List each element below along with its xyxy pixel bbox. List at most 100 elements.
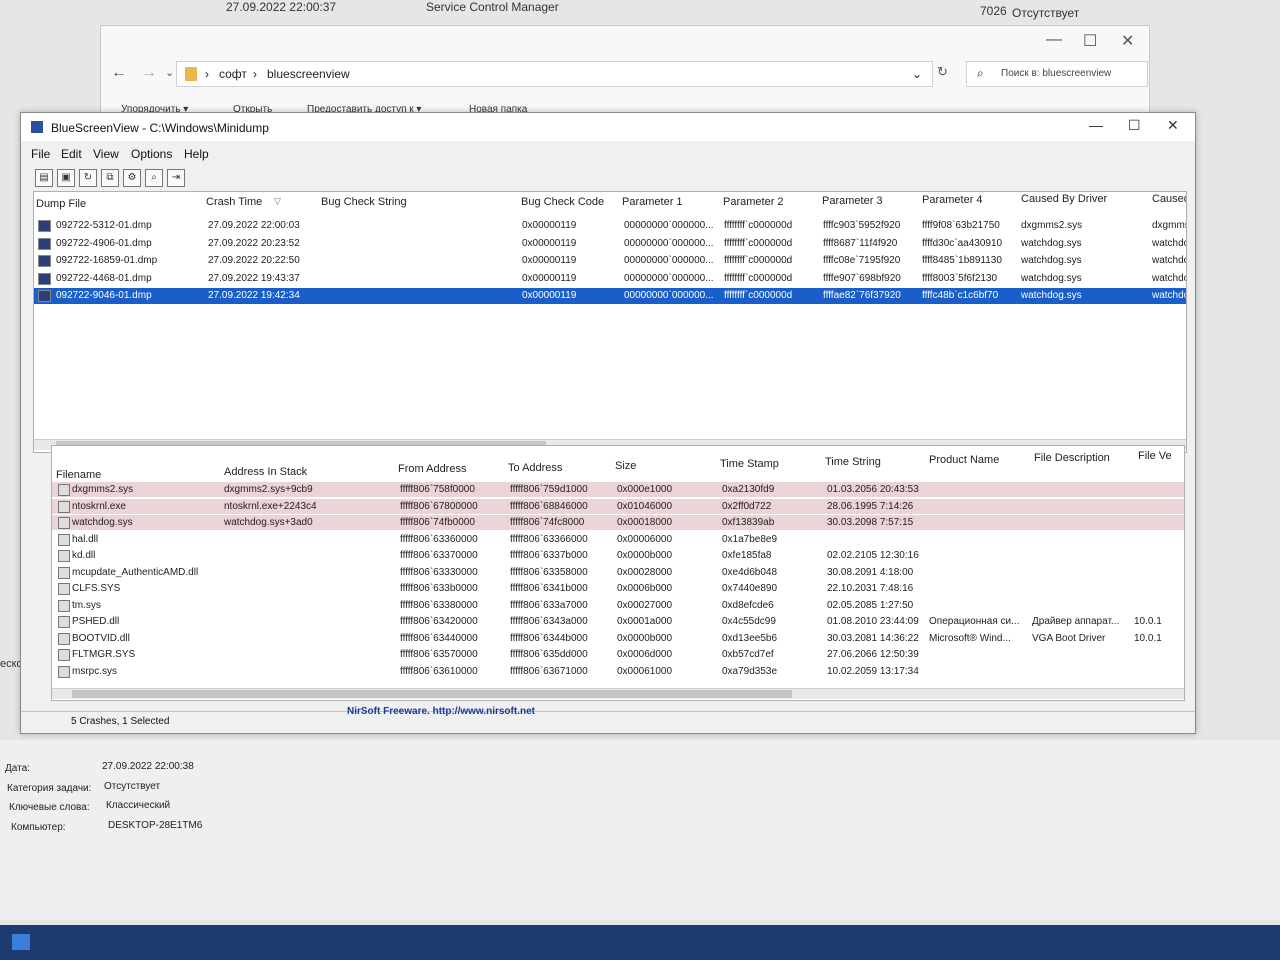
module-cell-to: fffff806`6344b000 — [510, 632, 588, 644]
menu-file[interactable]: File — [31, 147, 50, 161]
module-file-icon — [58, 583, 70, 595]
module-cell-size: 0x0001a000 — [617, 616, 673, 627]
chevron-down-icon[interactable]: ⌄ — [912, 67, 922, 81]
dump-row[interactable]: 092722-9046-01.dmp 27.09.2022 19:42:34 0x0… — [34, 288, 1186, 304]
module-file-icon — [58, 665, 70, 678]
module-cell-size: 0x0006b000 — [617, 583, 673, 594]
column-header[interactable]: Bug Check String — [321, 196, 407, 208]
menu-edit[interactable]: Edit — [61, 147, 82, 161]
bg-event-category: Отсутствует — [1012, 6, 1080, 20]
module-cell-to: fffff806`63671000 — [510, 665, 588, 677]
advanced-options-icon[interactable]: ⚙ — [123, 169, 141, 187]
refresh-icon[interactable]: ↻ — [79, 169, 97, 187]
maximize-icon[interactable]: ☐ — [1083, 31, 1097, 51]
column-header[interactable]: From Address — [398, 463, 466, 475]
column-header[interactable]: File Ve — [1138, 450, 1172, 462]
column-header[interactable]: Address In Stack — [224, 466, 307, 478]
module-row[interactable]: FLTMGR.SYS fffff806`63570000 fffff806`635d… — [52, 647, 1184, 662]
menu-help[interactable]: Help — [184, 147, 209, 161]
dump-row[interactable]: 092722-16859-01.dmp 27.09.2022 20:22:50 0x… — [34, 253, 1186, 269]
column-header[interactable]: Time Stamp — [720, 458, 779, 470]
back-arrow-icon[interactable]: ← — [111, 64, 127, 82]
module-cell-name: hal.dll — [72, 533, 99, 545]
title-bar: BlueScreenView - C:\Windows\Minidump — ☐… — [21, 113, 1195, 141]
dump-cell-file: 092722-16859-01.dmp — [56, 255, 158, 266]
column-header[interactable]: Filename — [56, 469, 101, 481]
module-cell-desc: VGA Boot Driver — [1032, 632, 1106, 644]
nirsoft-link[interactable]: NirSoft Freeware. http://www.nirsoft.net — [347, 706, 535, 717]
column-header[interactable]: Dump File — [36, 198, 86, 210]
column-header[interactable]: Crash Time — [206, 196, 262, 208]
dump-cell-file: 092722-5312-01.dmp — [56, 220, 152, 231]
menu-options[interactable]: Options — [131, 147, 172, 161]
module-cell-ver: 10.0.1 — [1134, 616, 1162, 627]
close-icon[interactable]: ✕ — [1121, 31, 1134, 51]
module-cell-stamp: 0x1a7be8e9 — [722, 533, 778, 545]
dump-cell-p4: ffff9f08`63b21750 — [922, 220, 1000, 231]
module-cell-tstr: 02.05.2085 1:27:50 — [827, 599, 914, 611]
properties-icon[interactable]: ▤ — [35, 169, 53, 187]
module-row[interactable]: hal.dll fffff806`63360000 fffff806`6336600… — [52, 532, 1184, 547]
module-row[interactable]: kd.dll fffff806`63370000 fffff806`6337b000… — [52, 548, 1184, 563]
dump-row[interactable]: 092722-4468-01.dmp 27.09.2022 19:43:37 0x0… — [34, 271, 1186, 287]
refresh-icon[interactable]: ↻ — [937, 64, 948, 80]
column-header[interactable]: Parameter 1 — [622, 196, 683, 208]
module-cell-from: fffff806`63380000 — [400, 599, 478, 611]
breadcrumb-item[interactable]: софт — [219, 67, 247, 81]
close-icon[interactable]: ✕ — [1167, 117, 1179, 134]
search-input[interactable]: ⌕ Поиск в: bluescreenview — [966, 61, 1148, 87]
module-row[interactable]: watchdog.sys watchdog.sys+3ad0 fffff806`74… — [52, 515, 1184, 530]
dump-row[interactable]: 092722-4906-01.dmp 27.09.2022 20:23:52 0x0… — [34, 236, 1186, 252]
column-header[interactable]: Time String — [825, 456, 881, 468]
module-cell-name: PSHED.dll — [72, 616, 120, 627]
save-icon[interactable]: ▣ — [57, 169, 75, 187]
breadcrumb-item[interactable]: bluescreenview — [267, 67, 350, 81]
module-row[interactable]: BOOTVID.dll fffff806`63440000 fffff806`634… — [52, 631, 1184, 646]
start-icon[interactable] — [12, 934, 30, 950]
module-cell-stack: watchdog.sys+3ad0 — [224, 517, 313, 528]
dump-cell-file: 092722-9046-01.dmp — [56, 290, 152, 301]
module-cell-stamp: 0x4c55dc99 — [722, 616, 776, 627]
dump-row[interactable]: 092722-5312-01.dmp 27.09.2022 22:00:03 0x0… — [34, 218, 1186, 234]
module-row[interactable]: msrpc.sys fffff806`63610000 fffff806`63671… — [52, 664, 1184, 679]
dump-cell-time: 27.09.2022 19:42:34 — [208, 290, 300, 301]
horizontal-scrollbar[interactable] — [52, 688, 1184, 699]
dump-cell-p4: ffffc48b`c1c6bf70 — [922, 290, 999, 301]
module-row[interactable]: mcupdate_AuthenticAMD.dll fffff806`633300… — [52, 565, 1184, 580]
column-header[interactable]: Size — [615, 460, 636, 472]
forward-arrow-icon[interactable]: → — [141, 64, 157, 82]
dump-cell-p3: ffffc08e`7195f920 — [823, 255, 901, 266]
find-icon[interactable]: ⌕ — [145, 169, 163, 187]
minimize-icon[interactable]: — — [1089, 117, 1103, 133]
module-cell-name: dxgmms2.sys — [72, 484, 134, 495]
module-row[interactable]: ntoskrnl.exe ntoskrnl.exe+2243c4 fffff806`… — [52, 498, 1184, 514]
column-header[interactable]: Caused By Driver — [1021, 193, 1107, 205]
module-row[interactable]: dxgmms2.sys dxgmms2.sys+9cb9 fffff806`758f… — [52, 482, 1184, 497]
column-header[interactable]: Bug Check Code — [521, 196, 604, 208]
search-placeholder: Поиск в: bluescreenview — [1001, 68, 1112, 79]
computer-value: DESKTOP-28E1TM6 — [108, 820, 203, 831]
column-header[interactable]: To Address — [508, 462, 562, 474]
minimize-icon[interactable]: — — [1046, 31, 1062, 49]
copy-icon[interactable]: ⧉ — [101, 169, 119, 187]
address-bar[interactable]: › софт › bluescreenview ⌄ — [176, 61, 933, 87]
column-header[interactable]: Parameter 3 — [822, 195, 883, 207]
menu-view[interactable]: View — [93, 147, 119, 161]
module-row[interactable]: tm.sys fffff806`63380000 fffff806`633a7000… — [52, 598, 1184, 613]
dump-cell-code: 0x00000119 — [522, 237, 577, 249]
column-header[interactable]: Parameter 4 — [922, 194, 983, 206]
column-header[interactable]: Parameter 2 — [723, 196, 784, 208]
recent-dropdown-icon[interactable]: ⌄ — [165, 66, 174, 79]
column-header[interactable]: Caused B — [1152, 193, 1186, 205]
scrollbar-thumb[interactable] — [72, 690, 792, 698]
module-row[interactable]: PSHED.dll fffff806`63420000 fffff806`6343a… — [52, 614, 1184, 629]
exit-icon[interactable]: ⇥ — [167, 169, 185, 187]
column-header[interactable]: Product Name — [929, 454, 999, 466]
taskbar — [0, 925, 1280, 960]
column-header[interactable]: File Description — [1034, 452, 1110, 464]
dump-cell-code: 0x00000119 — [522, 290, 577, 301]
maximize-icon[interactable]: ☐ — [1128, 117, 1141, 134]
module-cell-stack: dxgmms2.sys+9cb9 — [224, 484, 313, 495]
module-row[interactable]: CLFS.SYS fffff806`633b0000 fffff806`6341b0… — [52, 581, 1184, 596]
module-cell-name: watchdog.sys — [72, 517, 133, 528]
